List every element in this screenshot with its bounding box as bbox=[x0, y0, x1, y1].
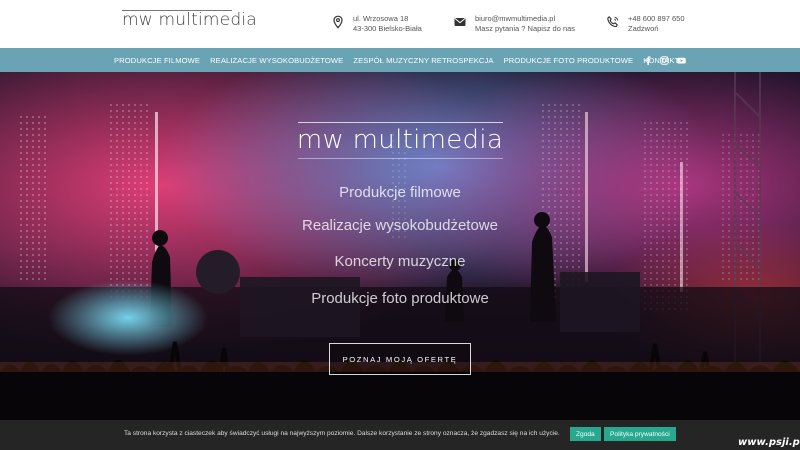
nav-item-zespol-muzyczny[interactable]: ZESPÓŁ MUZYCZNY RETROSPEKCJA bbox=[348, 56, 498, 65]
hero-content: mw multimedia Produkcje filmowe Realizac… bbox=[0, 72, 800, 450]
site-logo[interactable]: mw multimedia bbox=[122, 10, 257, 30]
email-address[interactable]: biuro@mwmultimedia.pl bbox=[475, 14, 575, 24]
phone-caption: Zadzwoń bbox=[628, 24, 659, 33]
email-block[interactable]: biuro@mwmultimedia.pl Masz pytania ? Nap… bbox=[453, 14, 575, 34]
privacy-policy-button[interactable]: Polityka prywatności bbox=[604, 427, 676, 441]
social-links bbox=[643, 48, 686, 72]
service-produkcje-filmowe: Produkcje filmowe bbox=[339, 184, 461, 201]
phone-icon bbox=[607, 16, 619, 28]
main-nav: PRODUKCJE FILMOWE REALIZACJE WYSOKOBUDŻE… bbox=[0, 48, 800, 72]
service-produkcje-foto: Produkcje foto produktowe bbox=[311, 290, 489, 307]
phone-block[interactable]: +48 600 897 650 Zadzwoń bbox=[606, 14, 685, 34]
address-line2: 43-300 Bielsko-Biała bbox=[353, 24, 422, 33]
address-block: ul. Wrzosowa 18 43-300 Bielsko-Biała bbox=[331, 14, 422, 34]
top-header: mw multimedia ul. Wrzosowa 18 43-300 Bie… bbox=[0, 0, 800, 48]
cookie-banner: Ta strona korzysta z ciasteczek aby świa… bbox=[0, 420, 800, 450]
facebook-icon[interactable] bbox=[643, 55, 652, 65]
hero-section: mw multimedia Produkcje filmowe Realizac… bbox=[0, 72, 800, 450]
nav-item-realizacje[interactable]: REALIZACJE WYSOKOBUDŻETOWE bbox=[205, 56, 348, 65]
address-line1: ul. Wrzosowa 18 bbox=[353, 14, 409, 23]
nav-menu: PRODUKCJE FILMOWE REALIZACJE WYSOKOBUDŻE… bbox=[109, 48, 684, 72]
cta-offer-button[interactable]: POZNAJ MOJĄ OFERTĘ bbox=[329, 343, 471, 375]
instagram-icon[interactable] bbox=[660, 55, 669, 65]
map-pin-icon bbox=[333, 15, 343, 29]
watermark: www.psji.pl bbox=[738, 437, 800, 448]
envelope-icon bbox=[454, 18, 466, 26]
nav-item-produkcje-foto[interactable]: PRODUKCJE FOTO PRODUKTOWE bbox=[499, 56, 639, 65]
youtube-icon[interactable] bbox=[677, 56, 686, 65]
title-line-top bbox=[298, 122, 503, 123]
service-koncerty: Koncerty muzyczne bbox=[334, 253, 466, 270]
cookie-text: Ta strona korzysta z ciasteczek aby świa… bbox=[124, 430, 560, 437]
title-line-bottom bbox=[298, 158, 503, 159]
email-caption: Masz pytania ? Napisz do nas bbox=[475, 24, 576, 33]
nav-item-produkcje-filmowe[interactable]: PRODUKCJE FILMOWE bbox=[109, 56, 205, 65]
phone-number[interactable]: +48 600 897 650 bbox=[628, 14, 685, 24]
hero-title: mw multimedia bbox=[296, 125, 504, 155]
service-realizacje: Realizacje wysokobudżetowe bbox=[302, 217, 498, 234]
cookie-accept-button[interactable]: Zgoda bbox=[570, 427, 601, 441]
